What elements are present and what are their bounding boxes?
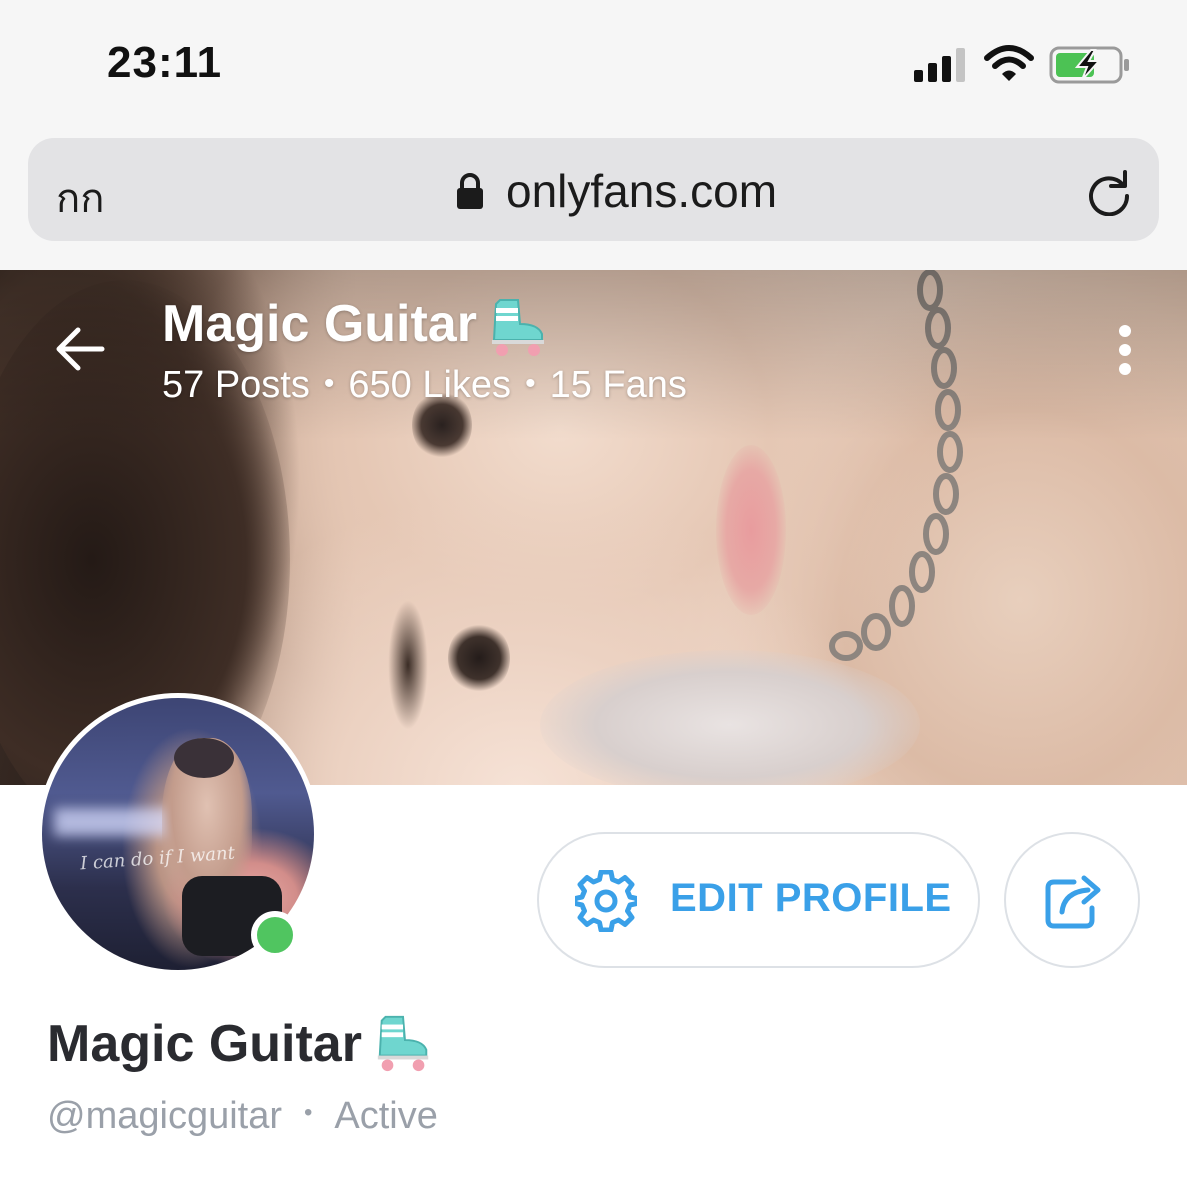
edit-profile-label: EDIT PROFILE — [670, 876, 952, 920]
cover-pillow — [540, 650, 920, 785]
stats-separator: • — [525, 367, 536, 400]
online-status-dot — [251, 911, 299, 959]
wifi-icon — [984, 45, 1034, 81]
cover-lips — [716, 445, 786, 615]
avatar-light-strip — [54, 808, 174, 836]
status-bar: 23:11 — [0, 0, 1187, 130]
status-time: 23:11 — [107, 38, 223, 87]
stats-separator: • — [323, 367, 335, 400]
likes-count: 650 Likes — [348, 364, 512, 406]
roller-skate-icon — [492, 299, 544, 356]
reader-view-toggle[interactable]: กก — [56, 166, 104, 230]
profile-name: Magic Guitar — [47, 1015, 362, 1073]
back-arrow-icon[interactable] — [52, 324, 108, 374]
more-vertical-icon[interactable] — [1110, 324, 1140, 376]
signal-icon — [914, 48, 965, 82]
reload-icon[interactable] — [1085, 168, 1133, 216]
profile-meta: @magicguitar • Active — [47, 1095, 438, 1138]
meta-separator: • — [304, 1099, 313, 1126]
cover-brow — [388, 600, 428, 730]
header-title: Magic Guitar — [162, 295, 477, 353]
profile-status: Active — [334, 1095, 438, 1137]
fans-count[interactable]: 15 Fans — [550, 364, 687, 406]
share-icon — [1045, 875, 1101, 929]
battery-charging-icon — [1049, 46, 1129, 84]
cover-eye — [448, 622, 510, 694]
lock-icon — [457, 173, 483, 209]
browser-chrome: กก onlyfans.com — [0, 130, 1187, 270]
avatar-hair — [174, 738, 234, 778]
share-button[interactable] — [1004, 832, 1140, 968]
address-bar[interactable]: กก onlyfans.com — [28, 138, 1159, 241]
profile-handle: @magicguitar — [47, 1095, 282, 1137]
edit-profile-button[interactable]: EDIT PROFILE — [537, 832, 980, 968]
gear-icon — [575, 870, 637, 932]
header-stats: 57 Posts • 650 Likes • 15 Fans — [162, 364, 687, 407]
url-text[interactable]: onlyfans.com — [506, 164, 777, 218]
roller-skate-icon — [377, 1015, 429, 1072]
posts-count[interactable]: 57 Posts — [162, 364, 310, 406]
